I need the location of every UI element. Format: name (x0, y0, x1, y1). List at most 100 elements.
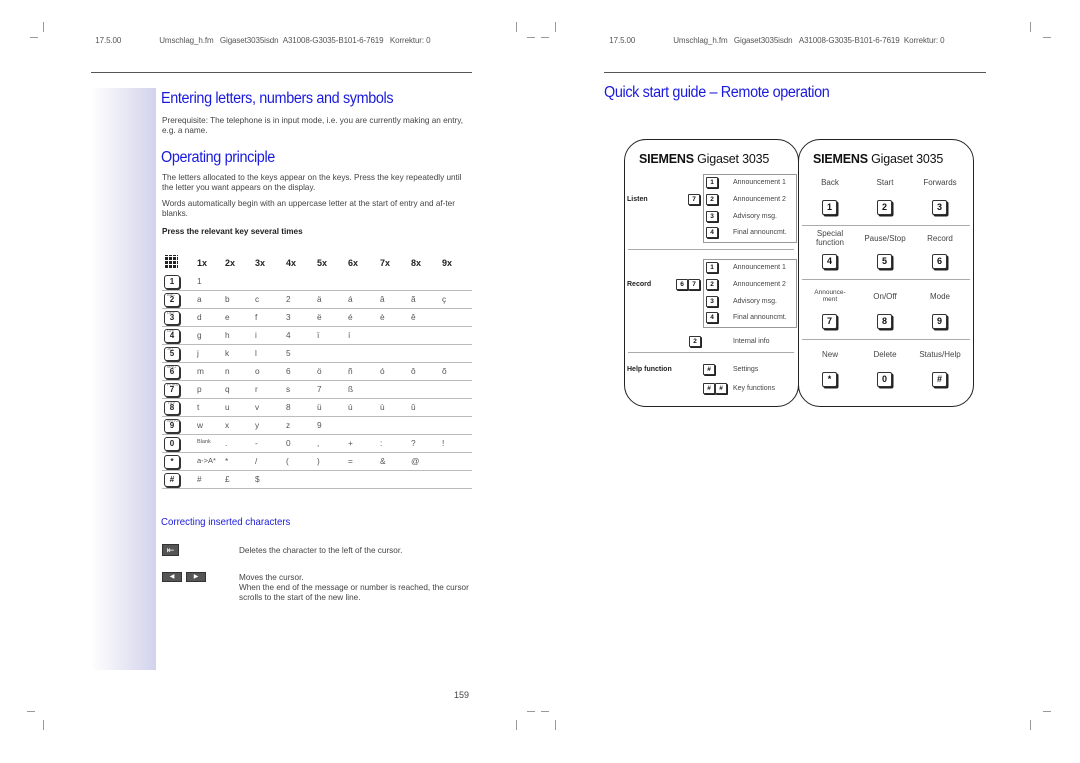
brand-name: SIEMENS (813, 152, 868, 166)
char-cell: v (255, 402, 260, 412)
cursor-left-key-icon: ◀ (162, 572, 182, 582)
key-5-icon: 5 JKL (164, 346, 180, 361)
key-6-button: 6 (932, 254, 947, 269)
key-7-icon: 7 PQRS (164, 382, 180, 397)
function-label: Pause/Stop (864, 234, 906, 243)
char-cell: , (317, 438, 320, 448)
char-cell: m (197, 366, 204, 376)
table-row: 11 (162, 273, 472, 291)
page-number: 159 (454, 690, 470, 700)
key-sublabel: JKL (167, 346, 174, 351)
crop-mark (516, 22, 517, 32)
char-cell: - (255, 438, 258, 448)
function-label: New (821, 350, 838, 359)
char-cell: 3 (286, 312, 291, 322)
char-cell: = (348, 456, 353, 466)
key-3-icon: 3 DEF (164, 310, 180, 325)
char-cell: 6 (286, 366, 291, 376)
key-7: 7 (688, 279, 700, 290)
column-header: 5x (317, 258, 328, 268)
key-2: 2 (706, 194, 718, 205)
char-cell: # (197, 474, 202, 484)
header-file: Umschlag_h.fm (159, 36, 214, 45)
section-title: Operating principle (161, 149, 275, 166)
char-cell: q (225, 384, 230, 394)
header-rule-right (604, 72, 986, 73)
header-doc-id: A31008-G3035-B101-6-7619 (798, 36, 900, 45)
key-2-icon: 2 ABC (164, 292, 180, 307)
key-hash-button: # (932, 372, 947, 387)
char-cell: $ (255, 474, 260, 484)
char-cell: û (411, 402, 416, 412)
char-cell: t (197, 402, 200, 412)
char-cell: + (348, 438, 353, 448)
divider (628, 352, 794, 353)
table-header-row: 1x 2x 3x 4x 5x 6x 7x 8x 9x (162, 254, 472, 273)
char-cell: a (197, 294, 202, 304)
key-1-button: 1 (822, 200, 837, 215)
char-cell: ó (380, 366, 385, 376)
key-hash-icon: # (164, 473, 180, 487)
crop-mark (541, 711, 549, 712)
page-title: Entering letters, numbers and symbols (161, 90, 394, 107)
key-0-icon: 0 (164, 437, 180, 451)
quickstart-title: Quick start guide – Remote operation (604, 84, 830, 101)
key-sublabel: TUV (167, 400, 175, 405)
char-cell: : (380, 438, 383, 448)
char-cell: â (380, 294, 385, 304)
keypad-icon (165, 255, 178, 268)
table-row: # # £ $ (162, 471, 472, 489)
crop-mark (527, 711, 535, 712)
function-label: Status/Help (919, 350, 961, 359)
char-cell: ? (411, 438, 416, 448)
crop-mark (541, 37, 549, 38)
char-cell: e (225, 312, 230, 322)
char-cell: ü (317, 402, 322, 412)
key-4: 4 (706, 312, 718, 323)
char-cell: l (255, 348, 257, 358)
table-row: 2 ABC a b c 2 ä á â ã ç (162, 291, 472, 309)
operating-para-2: Words automatically begin with an upperc… (162, 199, 455, 218)
char-cell: h (225, 330, 230, 340)
key-sublabel: GHI (167, 328, 175, 333)
char-cell: k (225, 348, 230, 358)
char-cell: ö (317, 366, 322, 376)
char-cell: d (197, 312, 202, 322)
char-cell: ã (411, 294, 416, 304)
char-cell: b (225, 294, 230, 304)
key-3: 3 (706, 211, 718, 222)
char-cell: ë (317, 312, 322, 322)
char-cell: g (197, 330, 202, 340)
function-label: Start (876, 178, 894, 187)
character-table: 1x 2x 3x 4x 5x 6x 7x 8x 9x 1 1 2 ABC a b c 2 ä á â ã ç 3 DEF d e… (162, 254, 472, 489)
header-rule-left (91, 72, 472, 73)
char-cell: ï (317, 330, 320, 340)
divider (802, 279, 970, 280)
key-1-icon: 1 (164, 275, 180, 289)
char-cell: é (348, 312, 353, 322)
cursor-right-key-icon: ▶ (186, 572, 206, 582)
crop-mark (1043, 37, 1051, 38)
char-cell: £ (225, 474, 230, 484)
delete-key-icon: ⇤ (162, 544, 179, 556)
model-name: Gigaset 3035 (871, 152, 944, 166)
key-label: # (169, 475, 175, 484)
panel-left-title: SIEMENS Gigaset 3035 (639, 152, 769, 166)
table-row: * a->A* * / () = & @ (162, 453, 472, 471)
option-label: Announcement 1 (733, 179, 786, 186)
char-cell: s (286, 384, 291, 394)
column-header: 3x (255, 258, 266, 268)
key-2-button: 2 (877, 200, 892, 215)
key-9-button: 9 (932, 314, 947, 329)
key-6-icon: 6 MNO (164, 364, 180, 379)
char-cell: ( (286, 456, 289, 466)
char-cell: @ (411, 456, 420, 466)
char-cell: 0 (286, 438, 291, 448)
header-date: 17.5.00 (95, 36, 122, 45)
option-label: Advisory msg. (733, 298, 777, 305)
table-row: 4 GHI g h i 4 ï í (162, 327, 472, 345)
char-cell: . (225, 438, 228, 448)
char-cell: 1 (197, 276, 202, 286)
key-1: 1 (706, 262, 718, 273)
crop-mark (1030, 720, 1031, 730)
